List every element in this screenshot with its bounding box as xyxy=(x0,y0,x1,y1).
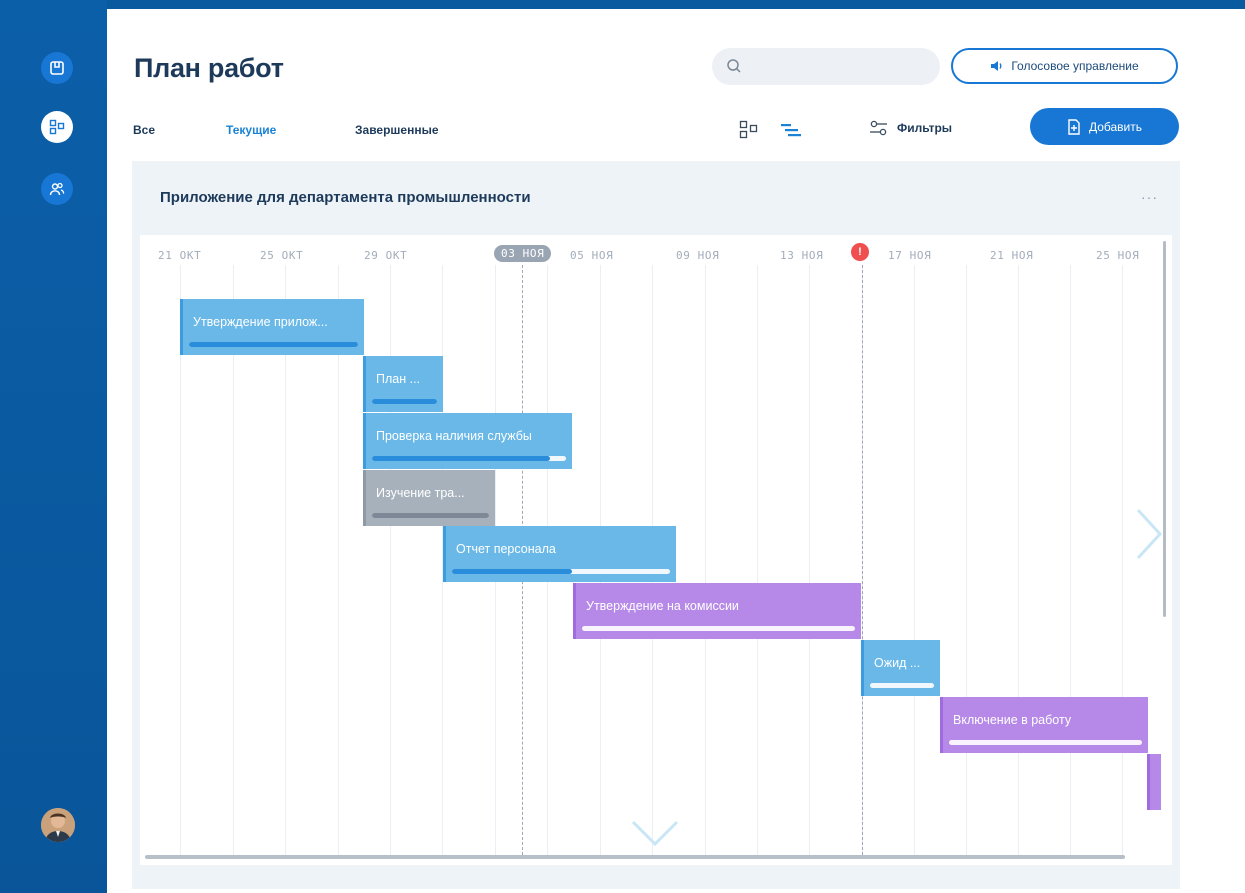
task-progress-fill xyxy=(372,456,551,461)
date-label: 17 НОЯ xyxy=(888,249,932,262)
more-options-icon[interactable]: ··· xyxy=(1141,189,1158,205)
task-bar[interactable]: Утверждение на комиссии xyxy=(573,583,861,639)
grid-line xyxy=(1122,265,1123,855)
task-progress-track xyxy=(372,399,437,404)
sidebar-item-projects[interactable] xyxy=(41,111,73,143)
task-label: Отчет персонала xyxy=(456,542,556,556)
task-label: Изучение тра... xyxy=(376,486,465,500)
task-bar[interactable]: План ... xyxy=(363,356,443,412)
task-progress-fill xyxy=(452,569,572,574)
tab-completed[interactable]: Завершенные xyxy=(355,123,439,137)
task-bar[interactable]: Ожид ... xyxy=(861,640,940,696)
grid-line xyxy=(705,265,706,855)
box-icon xyxy=(50,61,64,75)
task-label: Ожид ... xyxy=(874,656,921,670)
task-progress-track xyxy=(372,456,566,461)
add-button[interactable]: Добавить xyxy=(1030,108,1179,145)
tab-all[interactable]: Все xyxy=(133,123,155,137)
avatar[interactable] xyxy=(41,808,75,842)
date-label: 13 НОЯ xyxy=(780,249,824,262)
search-bar[interactable] xyxy=(712,48,940,85)
task-progress-track xyxy=(582,626,855,631)
search-input[interactable] xyxy=(752,56,926,78)
task-progress-fill xyxy=(372,399,437,404)
sidebar-item-box[interactable] xyxy=(41,52,73,84)
vertical-scrollbar[interactable] xyxy=(1163,241,1166,617)
task-progress-track xyxy=(452,569,670,574)
grid-line xyxy=(1070,265,1071,855)
scroll-right-chevron-icon[interactable] xyxy=(1134,507,1164,561)
date-label: 29 ОКТ xyxy=(364,249,408,262)
alert-marker-icon[interactable]: ! xyxy=(851,243,869,261)
date-label: 21 НОЯ xyxy=(990,249,1034,262)
user-avatar-icon xyxy=(41,808,75,842)
filters-button[interactable]: Фильтры xyxy=(869,119,952,137)
project-panel: Приложение для департамента промышленнос… xyxy=(132,161,1180,889)
voice-control-label: Голосовое управление xyxy=(1011,59,1139,73)
project-title: Приложение для департамента промышленнос… xyxy=(160,189,531,206)
task-bar[interactable]: Включение в работу xyxy=(940,697,1148,753)
grid-line xyxy=(1018,265,1019,855)
task-label: Утверждение на комиссии xyxy=(586,599,739,613)
filters-label: Фильтры xyxy=(897,121,953,135)
filter-sliders-icon xyxy=(870,120,887,136)
horizontal-scrollbar[interactable] xyxy=(145,855,1125,859)
task-progress-track xyxy=(870,683,934,688)
gantt-chart: 21 ОКТ 25 ОКТ 29 ОКТ 03 НОЯ 05 НОЯ 09 НОЯ 13 Н… xyxy=(140,235,1172,865)
task-progress-track xyxy=(372,513,489,518)
task-label: Проверка наличия службы xyxy=(376,429,532,443)
date-label: 21 ОКТ xyxy=(158,249,202,262)
date-label: 25 ОКТ xyxy=(260,249,304,262)
page-title: План работ xyxy=(134,53,284,83)
main-area: План работ Голосовое управление Все Теку… xyxy=(107,9,1245,893)
projects-icon xyxy=(49,119,65,135)
date-label: 25 НОЯ xyxy=(1096,249,1140,262)
grid-line xyxy=(390,265,391,855)
task-bar[interactable]: Изучение тра... xyxy=(363,470,495,526)
scroll-down-chevron-icon[interactable] xyxy=(630,819,680,849)
today-date-label: 03 НОЯ xyxy=(494,245,552,262)
grid-line xyxy=(966,265,967,855)
speaker-icon xyxy=(991,61,1002,71)
task-label: Утверждение прилож... xyxy=(193,315,328,329)
board-view-icon[interactable] xyxy=(739,120,759,140)
voice-control-button[interactable]: Голосовое управление xyxy=(951,48,1178,84)
task-progress-track xyxy=(949,740,1142,745)
users-icon xyxy=(49,182,65,196)
add-file-icon xyxy=(1068,118,1080,135)
grid-line xyxy=(757,265,758,855)
task-bar[interactable]: Утверждение прилож... xyxy=(180,299,364,355)
sidebar xyxy=(0,0,107,893)
task-progress-track xyxy=(189,342,358,347)
task-progress-fill xyxy=(372,513,489,518)
grid-line xyxy=(914,265,915,855)
add-label: Добавить xyxy=(1088,119,1143,134)
tab-current[interactable]: Текущие xyxy=(226,123,276,137)
search-icon xyxy=(727,59,741,73)
task-bar[interactable]: Отчет персонала xyxy=(443,526,676,582)
gantt-view-icon[interactable] xyxy=(780,120,802,140)
sidebar-item-users[interactable] xyxy=(41,173,73,205)
grid-line xyxy=(809,265,810,855)
task-progress-fill xyxy=(189,342,358,347)
date-label: 05 НОЯ xyxy=(570,249,614,262)
task-label: План ... xyxy=(376,372,421,386)
task-bar[interactable] xyxy=(1147,754,1161,810)
task-bar[interactable]: Проверка наличия службы xyxy=(363,413,572,469)
alert-marker-line xyxy=(862,265,863,855)
task-label: Включение в работу xyxy=(953,713,1072,727)
date-label: 09 НОЯ xyxy=(676,249,720,262)
